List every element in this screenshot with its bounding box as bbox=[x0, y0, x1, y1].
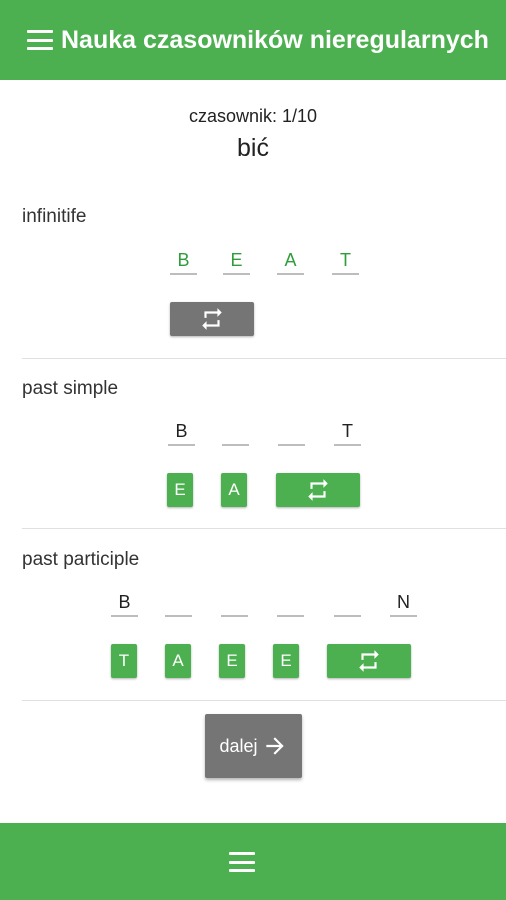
letter-slot[interactable] bbox=[165, 591, 192, 617]
letter-tile[interactable]: T bbox=[111, 644, 137, 678]
shuffle-button-past-simple[interactable] bbox=[276, 473, 360, 507]
letter-slot[interactable] bbox=[278, 420, 305, 446]
letter-slot[interactable] bbox=[277, 591, 304, 617]
infinitive-label: infinitife bbox=[22, 206, 87, 227]
section-divider bbox=[22, 700, 506, 701]
bottom-bar bbox=[0, 823, 506, 900]
verb-counter: czasownik: 1/10 bbox=[188, 106, 318, 126]
past-simple-label: past simple bbox=[22, 378, 119, 399]
section-divider bbox=[22, 358, 506, 359]
app-bar: Nauka czasowników nieregularnych bbox=[0, 0, 506, 80]
repeat-icon bbox=[308, 479, 328, 501]
letter-slot[interactable] bbox=[222, 420, 249, 446]
letter-slot: E bbox=[223, 249, 250, 275]
repeat-icon bbox=[359, 650, 379, 672]
letter-slot: B bbox=[111, 591, 138, 617]
shuffle-button-past-participle[interactable] bbox=[327, 644, 411, 678]
letter-tile[interactable]: E bbox=[273, 644, 299, 678]
letter-slot: A bbox=[277, 249, 304, 275]
menu-icon[interactable] bbox=[229, 852, 255, 872]
next-button[interactable]: dalej bbox=[205, 714, 302, 778]
app-title: Nauka czasowników nieregularnych bbox=[61, 25, 489, 54]
letter-tile[interactable]: E bbox=[219, 644, 245, 678]
letter-slot[interactable] bbox=[334, 591, 361, 617]
repeat-icon bbox=[202, 308, 222, 330]
letter-slot: B bbox=[170, 249, 197, 275]
letter-tile[interactable]: A bbox=[165, 644, 191, 678]
letter-tile[interactable]: E bbox=[167, 473, 193, 507]
polish-verb: bić bbox=[237, 134, 269, 162]
shuffle-button-infinitive[interactable] bbox=[170, 302, 254, 336]
past-participle-label: past participle bbox=[22, 549, 140, 570]
next-button-label: dalej bbox=[219, 735, 258, 756]
letter-slot: T bbox=[334, 420, 361, 446]
letter-slot[interactable] bbox=[221, 591, 248, 617]
letter-slot: N bbox=[390, 591, 417, 617]
menu-icon[interactable] bbox=[27, 30, 53, 50]
arrow-right-icon bbox=[265, 737, 284, 755]
section-divider bbox=[22, 528, 506, 529]
letter-slot: T bbox=[332, 249, 359, 275]
letter-slot: B bbox=[168, 420, 195, 446]
letter-tile[interactable]: A bbox=[221, 473, 247, 507]
